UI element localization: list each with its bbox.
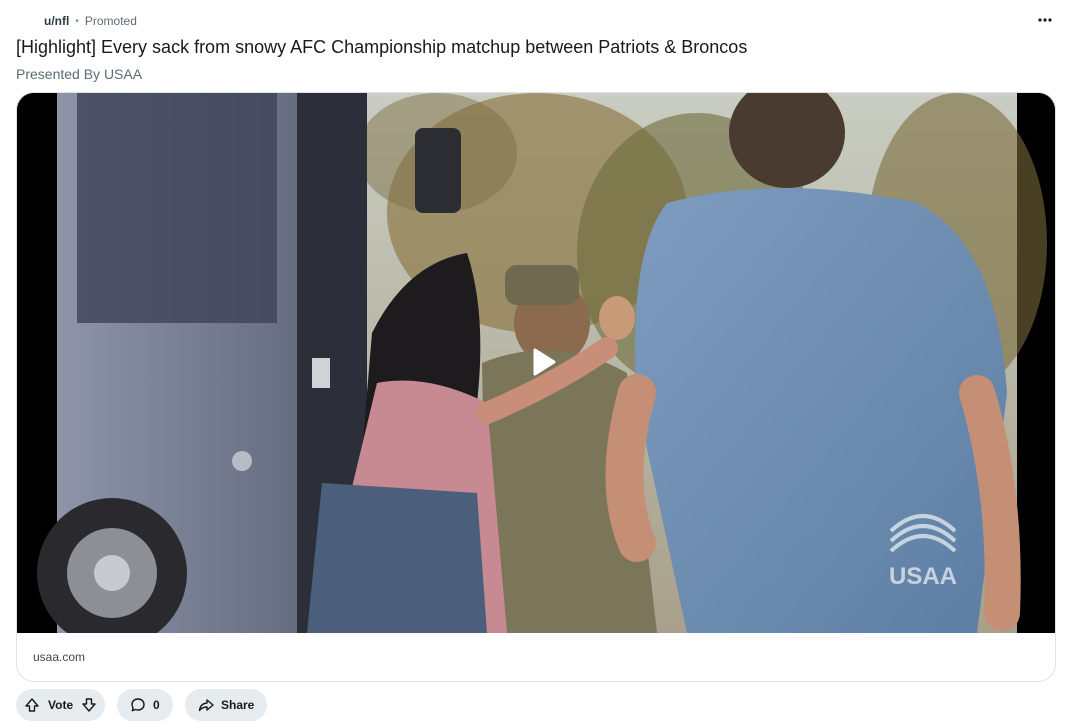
post-title[interactable]: [Highlight] Every sack from snowy AFC Ch… — [16, 37, 747, 58]
more-options-button[interactable] — [1034, 10, 1056, 30]
comment-icon-wrap — [123, 689, 153, 721]
usaa-watermark-text: USAA — [889, 563, 957, 590]
downvote-button[interactable] — [73, 689, 105, 721]
post-header: u/nfl • Promoted — [16, 12, 137, 30]
separator-dot: • — [75, 15, 79, 27]
comment-bubble-icon — [131, 698, 145, 712]
post-actions: Vote 0 Share — [16, 689, 267, 721]
arrow-down-icon — [82, 698, 96, 712]
promoted-post: u/nfl • Promoted [Highlight] Every sack … — [0, 0, 1072, 725]
arrow-up-icon — [25, 698, 39, 712]
promoted-label: Promoted — [84, 14, 137, 28]
share-arrow-icon — [198, 699, 214, 712]
ad-link-bar[interactable]: usaa.com — [17, 633, 1055, 681]
subreddit-avatar[interactable] — [16, 12, 38, 30]
play-icon[interactable] — [524, 344, 560, 380]
upvote-button[interactable] — [16, 689, 48, 721]
ad-link-url[interactable]: usaa.com — [33, 650, 85, 664]
presented-by-label: Presented By USAA — [16, 66, 143, 82]
more-horizontal-icon — [1038, 18, 1052, 22]
subreddit-name[interactable]: u/nfl — [44, 14, 69, 28]
share-icon-wrap — [191, 689, 221, 721]
usaa-watermark-logo: USAA — [889, 514, 957, 590]
share-button[interactable]: Share — [185, 689, 267, 721]
media-card: USAA usaa.com — [16, 92, 1056, 682]
comments-button[interactable]: 0 — [117, 689, 173, 721]
vote-control: Vote — [16, 689, 105, 721]
vote-label: Vote — [48, 698, 74, 712]
video-player[interactable]: USAA — [17, 93, 1055, 633]
comment-count: 0 — [153, 698, 160, 712]
share-label: Share — [221, 698, 255, 712]
